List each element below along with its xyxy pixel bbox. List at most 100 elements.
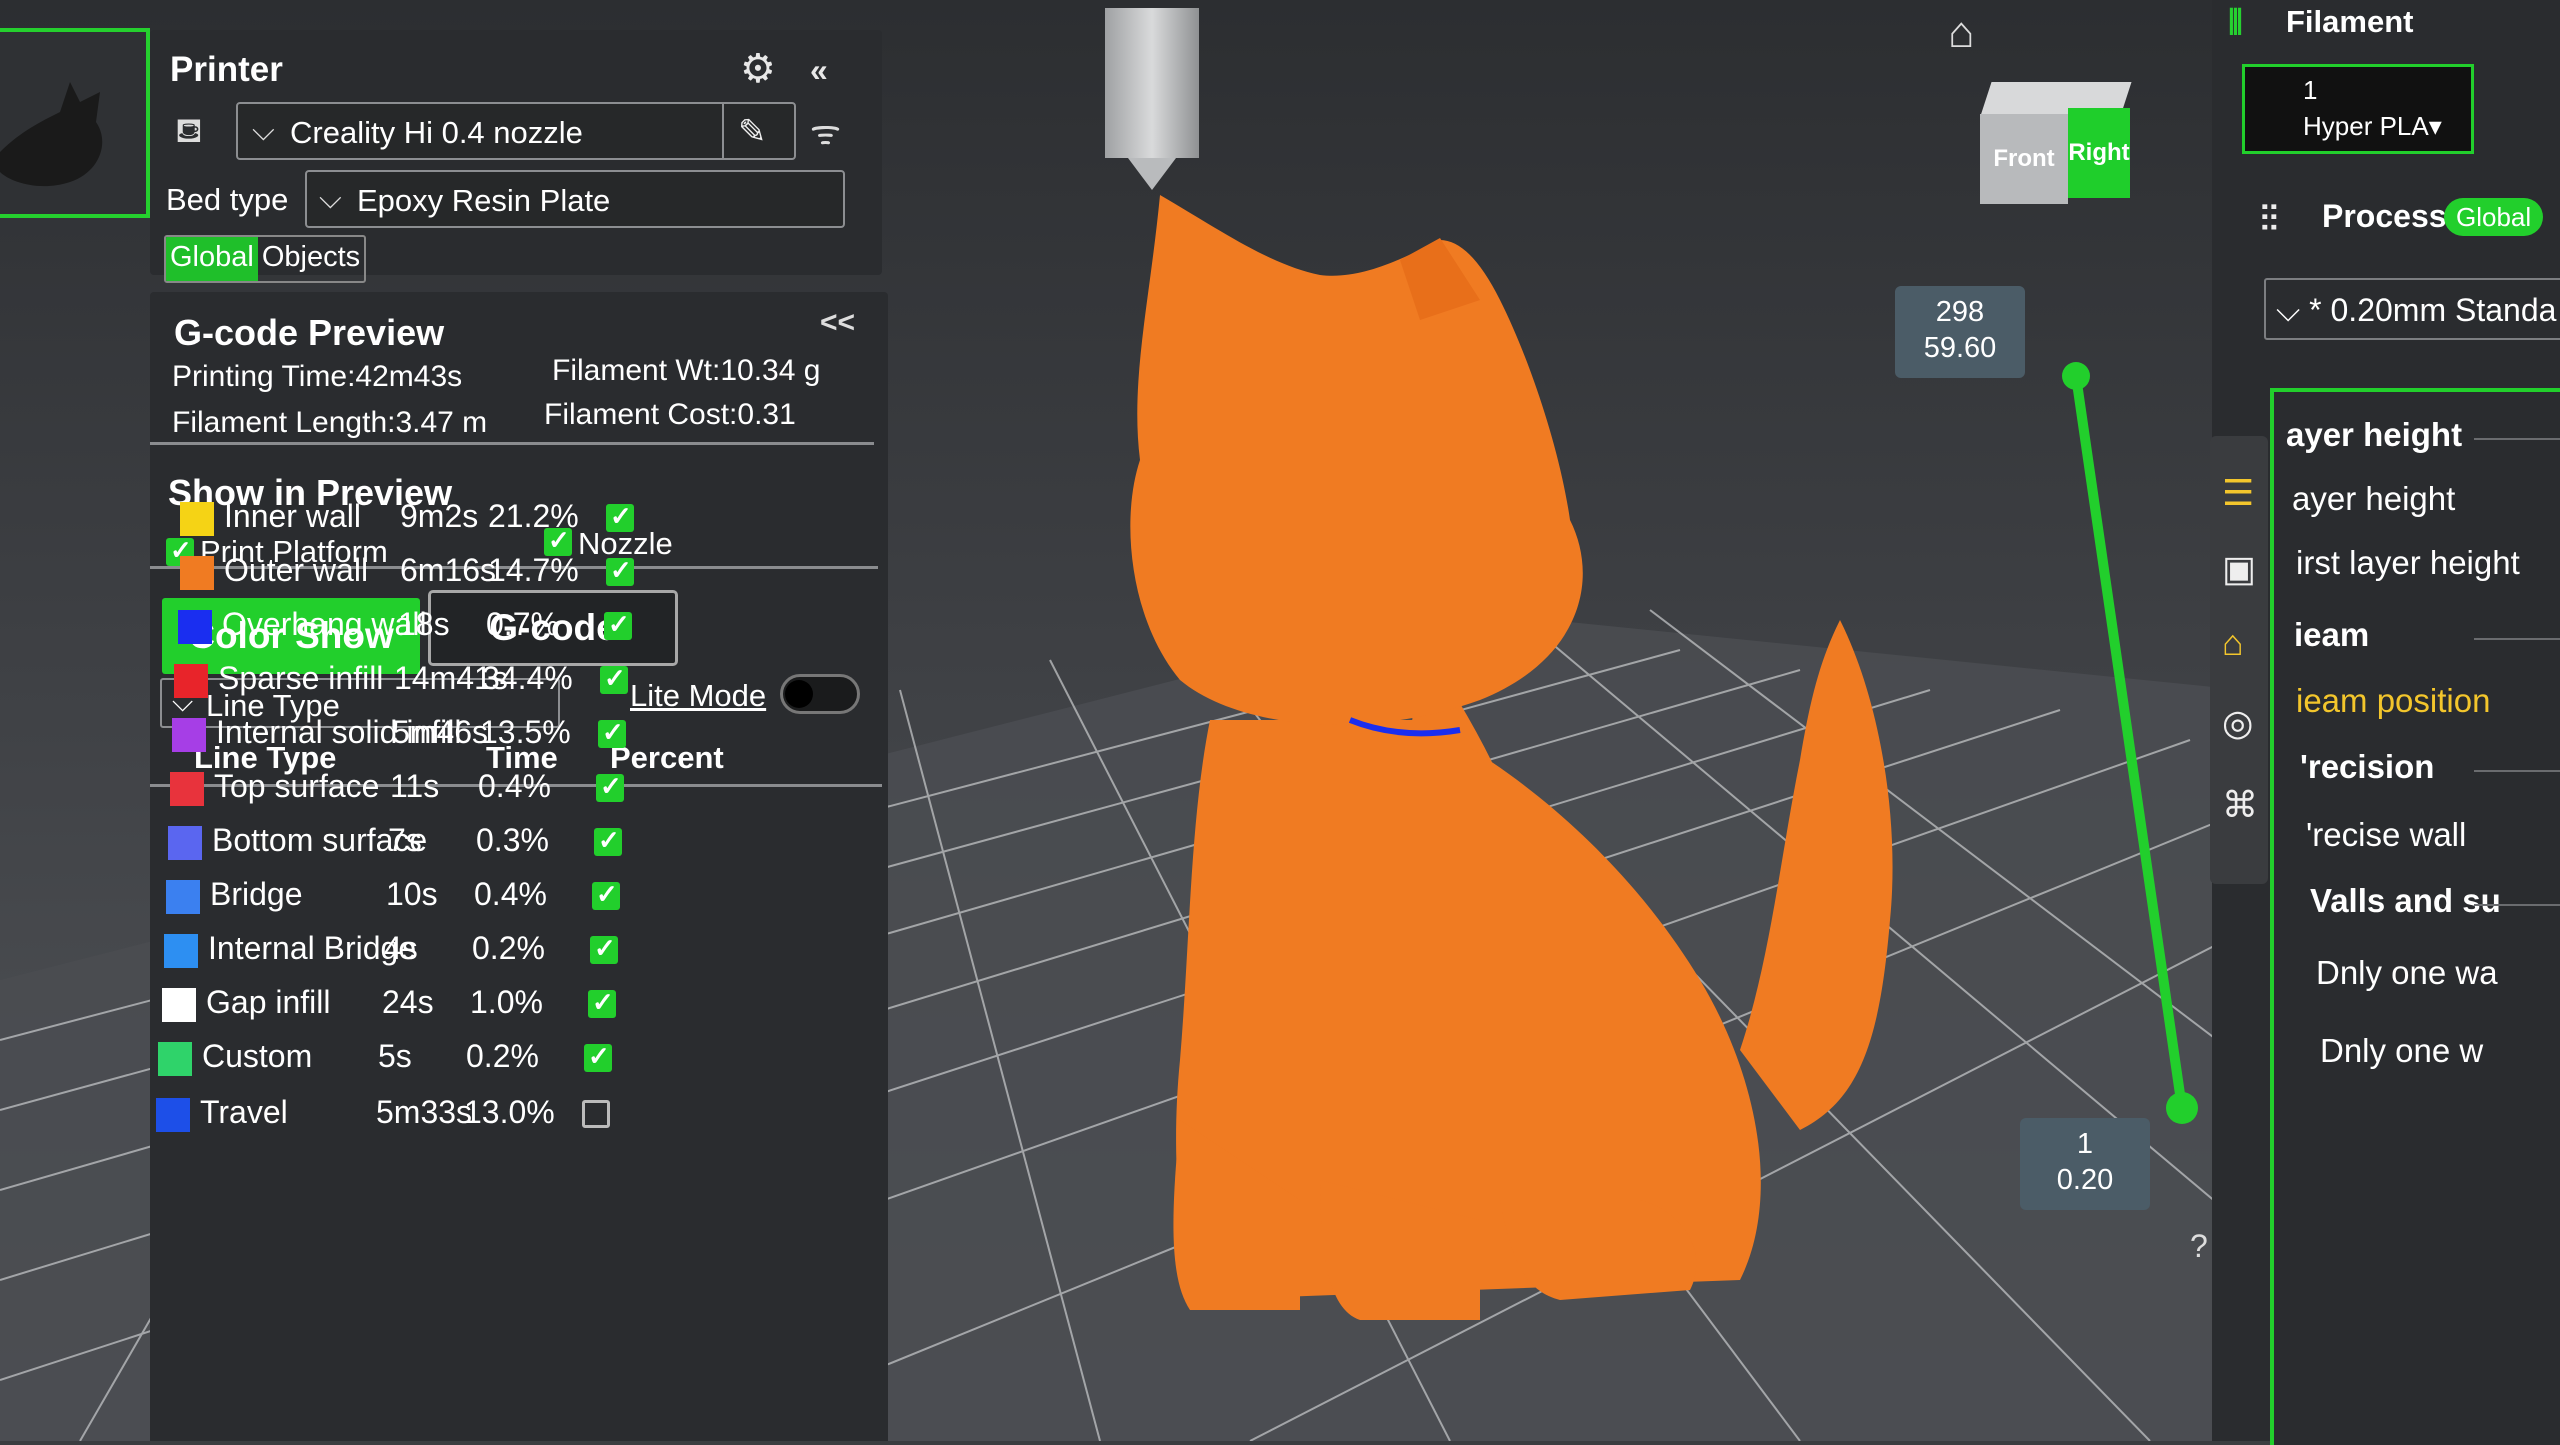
process-preset-select[interactable]: ⌵ * 0.20mm Standa <box>2264 278 2560 340</box>
color-swatch <box>180 502 214 536</box>
line-type-visibility-checkbox[interactable] <box>588 987 616 1018</box>
line-type-row: Gap infill 24s 1.0% <box>162 974 882 1028</box>
section-divider <box>2474 638 2560 640</box>
bed-type-select[interactable]: ⌵ Epoxy Resin Plate <box>305 170 845 228</box>
line-type-list: Inner wall 9m2s21.2% Outer wall 6m16s14.7% O… <box>150 292 888 1441</box>
line-type-name: Bridge <box>210 876 303 912</box>
process-settings-list: ayer height ayer height irst layer height i… <box>2270 388 2560 1445</box>
help-icon[interactable]: ? <box>2190 1228 2208 1265</box>
double-chevron-left-icon[interactable]: « <box>810 52 828 89</box>
color-swatch <box>166 880 200 914</box>
section-divider <box>2474 904 2560 906</box>
setting-row[interactable]: ieam position <box>2296 682 2490 720</box>
line-type-time: 18s <box>398 606 450 642</box>
color-swatch <box>178 610 212 644</box>
line-type-visibility-checkbox[interactable] <box>604 609 632 640</box>
line-type-time: 9m2s <box>400 498 479 534</box>
frame-icon[interactable]: ▣ <box>2222 548 2256 590</box>
line-type-name: Travel <box>200 1094 288 1130</box>
setting-row: 'recision <box>2300 748 2435 785</box>
color-swatch <box>158 1042 192 1076</box>
layer-slider-bottom-handle[interactable] <box>2166 1092 2198 1124</box>
printer-panel: Printer ⚙ « ⛾ ⌵ Creality Hi 0.4 nozzle ✎… <box>150 30 882 283</box>
line-type-visibility-checkbox[interactable] <box>596 771 624 802</box>
setting-row[interactable]: Dnly one w <box>2320 1032 2483 1070</box>
setting-row[interactable]: 'recise wall <box>2306 816 2466 854</box>
process-preset-text: * 0.20mm Standa <box>2309 292 2557 328</box>
scope-toggle[interactable]: Global Objects <box>164 235 367 283</box>
line-type-row: Overhang wall 18s 0.7% <box>178 596 898 650</box>
setting-row: ieam <box>2294 616 2370 653</box>
line-type-percent: 0.2% <box>466 1038 539 1074</box>
line-type-time: 5m46s <box>392 714 489 750</box>
line-type-visibility-checkbox[interactable] <box>590 933 618 964</box>
process-global-toggle[interactable]: Global <box>2444 198 2544 236</box>
line-type-percent: 21.2% <box>488 498 579 534</box>
filament-type[interactable]: Hyper PLA▾ <box>2303 111 2442 142</box>
command-icon[interactable]: ⌘ <box>2222 784 2258 826</box>
bed-type-label: Bed type <box>166 182 289 217</box>
filament-slot-card[interactable]: 1 Hyper PLA▾ <box>2242 64 2474 154</box>
layer-bottom-height: 0.20 <box>2056 1164 2114 1196</box>
line-type-visibility-checkbox[interactable] <box>594 825 622 856</box>
layer-top-label: 298 59.60 <box>1895 286 2025 378</box>
color-swatch <box>174 664 208 698</box>
layer-top-number: 298 <box>1935 296 1985 328</box>
line-type-name: Overhang wall <box>222 606 427 642</box>
line-type-row: Bridge 10s 0.4% <box>166 866 886 920</box>
gear-icon[interactable]: ⚙ <box>740 46 776 92</box>
layer-slider-top-handle[interactable] <box>2062 362 2090 390</box>
line-type-percent: 13.0% <box>464 1094 555 1130</box>
cat-silhouette-icon <box>0 82 103 187</box>
layers-icon[interactable]: ☰ <box>2222 472 2254 514</box>
line-type-row: Top surface 11s 0.4% <box>170 758 890 812</box>
line-type-visibility-checkbox[interactable] <box>606 555 634 586</box>
line-type-visibility-checkbox[interactable] <box>598 717 626 748</box>
line-type-visibility-checkbox[interactable] <box>606 501 634 532</box>
wifi-icon[interactable]: ᯤ <box>810 108 841 154</box>
chevron-down-icon: ⌵ <box>252 114 275 147</box>
layer-bottom-label: 1 0.20 <box>2020 1118 2150 1210</box>
color-swatch <box>168 826 202 860</box>
target-icon[interactable]: ◎ <box>2222 702 2253 744</box>
line-type-visibility-checkbox[interactable] <box>600 663 628 694</box>
plate-icon[interactable]: ⛾ <box>175 112 203 156</box>
settings-category-toolbar: ☰ ▣ ⌂ ◎ ⌘ <box>2210 436 2268 884</box>
sliders-icon: ⫶⫶ <box>2260 198 2278 239</box>
chevron-down-icon: ⌵ <box>319 182 342 215</box>
scope-objects-tab[interactable]: Objects <box>258 237 364 281</box>
filament-title: Filament <box>2286 4 2414 39</box>
layer-top-height: 59.60 <box>1923 332 1997 364</box>
printer-preset-select[interactable]: ⌵ Creality Hi 0.4 nozzle ✎ <box>236 102 796 160</box>
support-icon[interactable]: ⌂ <box>2222 622 2244 664</box>
line-type-row: Sparse infill 14m41s 34.4% <box>174 650 894 704</box>
filament-icon: ⦀ <box>2228 4 2243 42</box>
line-type-visibility-checkbox[interactable] <box>584 1041 612 1072</box>
line-type-visibility-checkbox[interactable] <box>582 1100 610 1128</box>
color-swatch <box>162 988 196 1022</box>
setting-row[interactable]: ayer height <box>2292 480 2455 518</box>
pencil-icon[interactable]: ✎ <box>738 112 767 152</box>
line-type-visibility-checkbox[interactable] <box>592 879 620 910</box>
line-type-name: Custom <box>202 1038 313 1074</box>
line-type-row: Internal Bridge 4s 0.2% <box>164 920 884 974</box>
plate-thumbnail[interactable] <box>0 28 150 218</box>
line-type-time: 6m16s <box>400 552 497 588</box>
color-swatch <box>170 772 204 806</box>
setting-row[interactable]: Dnly one wa <box>2316 954 2498 992</box>
process-title: Process <box>2322 198 2447 234</box>
setting-row[interactable]: irst layer height <box>2296 544 2520 582</box>
line-type-name: Sparse infill <box>218 660 384 696</box>
line-type-row: Internal solid infill 5m46s 13.5% <box>172 704 892 758</box>
line-type-percent: 0.4% <box>474 876 547 912</box>
line-type-name: Inner wall <box>224 498 361 534</box>
line-type-name: Gap infill <box>206 984 331 1020</box>
layer-slider-track[interactable] <box>2071 375 2187 1109</box>
line-type-percent: 0.7% <box>486 606 559 642</box>
scope-global-tab[interactable]: Global <box>166 237 258 281</box>
filament-slot-number: 1 <box>2303 75 2318 105</box>
line-type-name: Top surface <box>214 768 380 804</box>
line-type-time: 5s <box>378 1038 412 1074</box>
line-type-time: 10s <box>386 876 438 912</box>
line-type-name: Outer wall <box>224 552 369 588</box>
